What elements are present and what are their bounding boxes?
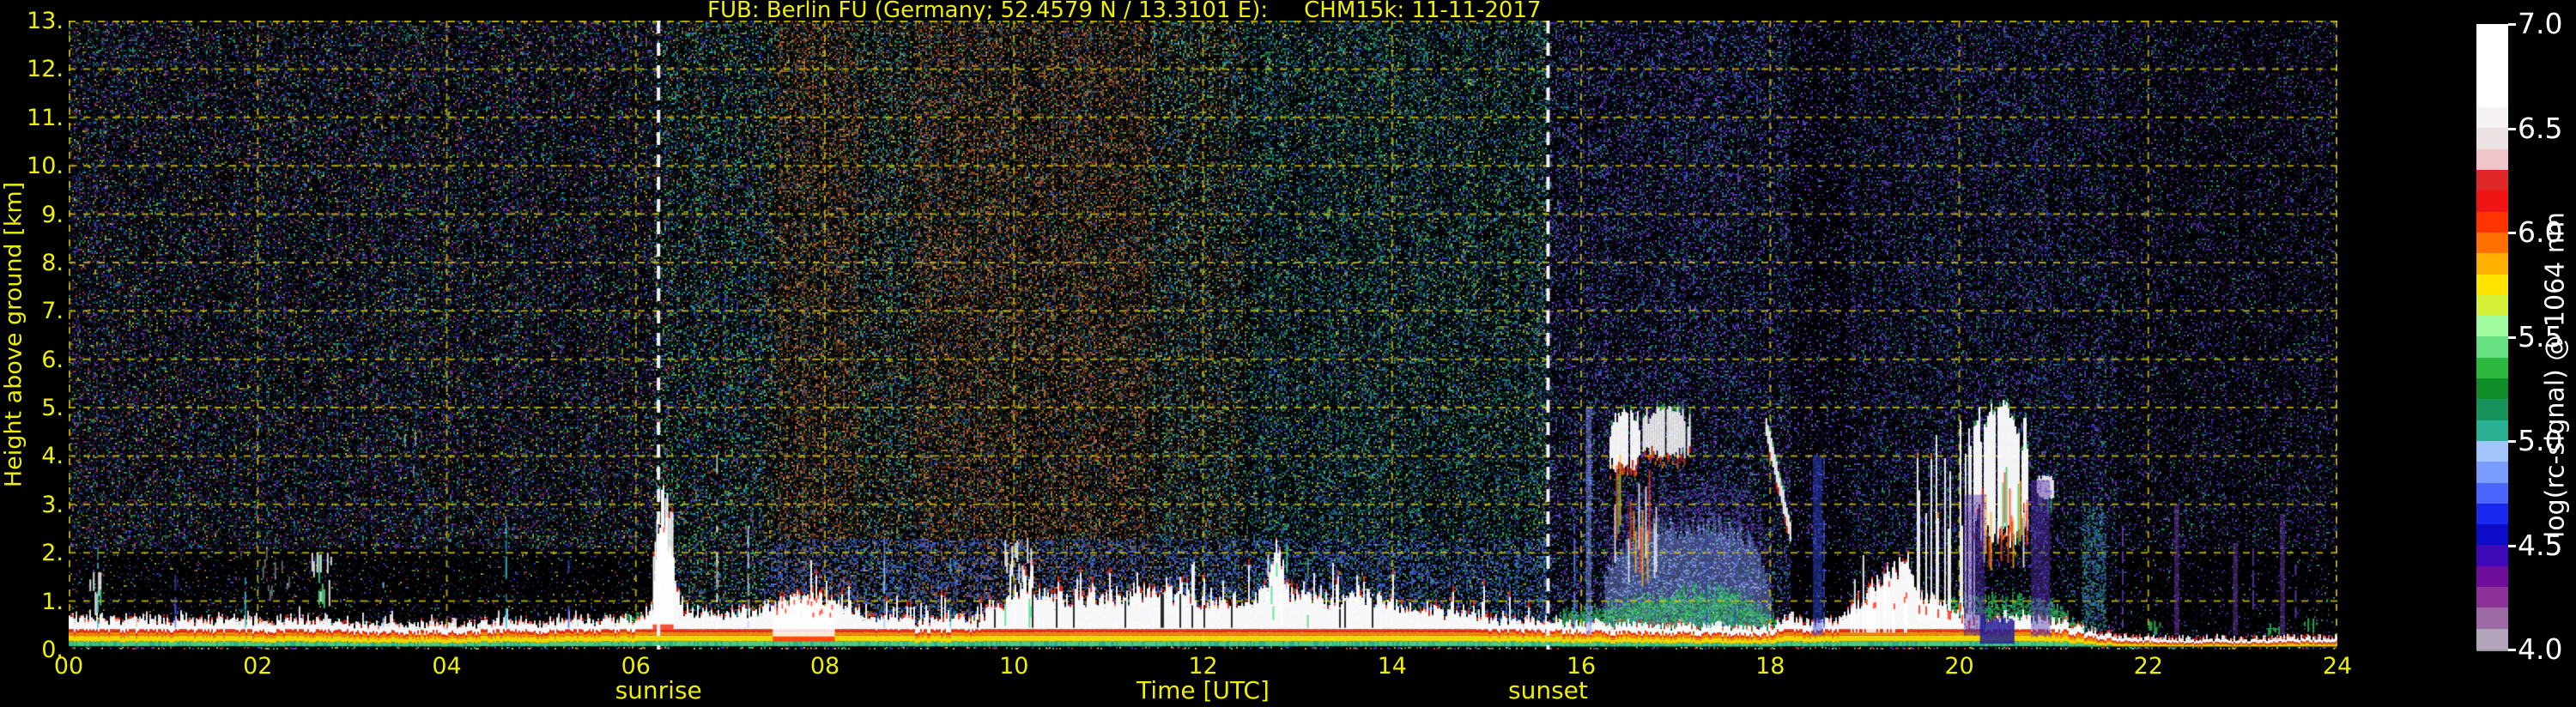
colorbar-tick-label: 6.5 (2518, 113, 2576, 144)
colorbar-segment (2476, 24, 2508, 45)
colorbar-tick-mark (2508, 128, 2516, 130)
colorbar-segment (2476, 107, 2508, 128)
colorbar-tick-label: 4.0 (2518, 634, 2576, 665)
sunrise-label: sunrise (564, 676, 753, 704)
colorbar-segment (2476, 462, 2508, 482)
ceilometer-quicklook: FUB: Berlin FU (Germany; 52.4579 N / 13.… (0, 0, 2576, 707)
colorbar-segment (2476, 45, 2508, 65)
colorbar-segment (2476, 87, 2508, 107)
y-tick-label: 3. (0, 492, 64, 518)
colorbar-segment (2476, 66, 2508, 87)
x-tick-label: 08 (786, 654, 864, 680)
x-tick-label: 22 (2110, 654, 2187, 680)
x-tick-label: 10 (975, 654, 1052, 680)
y-tick-label: 2. (0, 541, 64, 566)
x-tick-label: 00 (30, 654, 107, 680)
y-tick-label: 8. (0, 251, 64, 276)
colorbar-tick-mark (2508, 232, 2516, 234)
colorbar-segment (2476, 336, 2508, 357)
colorbar-segment (2476, 483, 2508, 504)
x-tick-label: 04 (409, 654, 486, 680)
y-tick-label: 12. (0, 57, 64, 82)
colorbar-segment (2476, 607, 2508, 628)
colorbar-tick-mark (2508, 23, 2516, 26)
colorbar-tick-label: 7.0 (2518, 9, 2576, 39)
colorbar-segment (2476, 524, 2508, 545)
colorbar-segment (2476, 128, 2508, 148)
colorbar-tick-mark (2508, 649, 2516, 651)
colorbar (2476, 24, 2508, 651)
colorbar-segment (2476, 378, 2508, 399)
colorbar-segment (2476, 295, 2508, 316)
colorbar-segment (2476, 587, 2508, 607)
colorbar-segment (2476, 275, 2508, 295)
colorbar-tick-mark (2508, 440, 2516, 443)
x-tick-label: 18 (1731, 654, 1809, 680)
colorbar-segment (2476, 504, 2508, 524)
x-tick-label: 14 (1354, 654, 1431, 680)
chart-title-instrument: CHM15k: 11-11-2017 (1304, 0, 1541, 23)
y-tick-label: 9. (0, 202, 64, 228)
colorbar-segment (2476, 399, 2508, 420)
y-tick-label: 10. (0, 154, 64, 179)
x-tick-label: 02 (219, 654, 296, 680)
colorbar-segment (2476, 233, 2508, 253)
sunset-label: sunset (1453, 676, 1642, 704)
colorbar-segment (2476, 420, 2508, 441)
colorbar-segment (2476, 190, 2508, 211)
colorbar-segment (2476, 566, 2508, 587)
y-tick-label: 13. (0, 9, 64, 34)
x-axis-label: Time [UTC] (1075, 676, 1332, 704)
colorbar-segment (2476, 149, 2508, 170)
colorbar-segment (2476, 629, 2508, 650)
y-tick-label: 11. (0, 106, 64, 131)
colorbar-segment (2476, 545, 2508, 565)
colorbar-segment (2476, 253, 2508, 274)
y-tick-label: 1. (0, 589, 64, 615)
colorbar-tick-mark (2508, 545, 2516, 547)
colorbar-label: log(rc-signal) @ 1064 nm (2541, 212, 2571, 538)
y-tick-label: 4. (0, 444, 64, 469)
colorbar-segment (2476, 441, 2508, 462)
colorbar-tick-mark (2508, 336, 2516, 339)
y-tick-label: 7. (0, 299, 64, 324)
x-tick-label: 20 (1921, 654, 1998, 680)
colorbar-segment (2476, 212, 2508, 233)
colorbar-segment (2476, 316, 2508, 336)
chart-title-site: FUB: Berlin FU (Germany; 52.4579 N / 13.… (707, 0, 1268, 23)
y-tick-label: 6. (0, 347, 64, 373)
colorbar-segment (2476, 358, 2508, 378)
y-tick-label: 5. (0, 396, 64, 421)
backscatter-heatmap (69, 21, 2337, 650)
chart-title: FUB: Berlin FU (Germany; 52.4579 N / 13.… (707, 0, 1542, 22)
x-tick-label: 24 (2299, 654, 2376, 680)
colorbar-segment (2476, 170, 2508, 190)
